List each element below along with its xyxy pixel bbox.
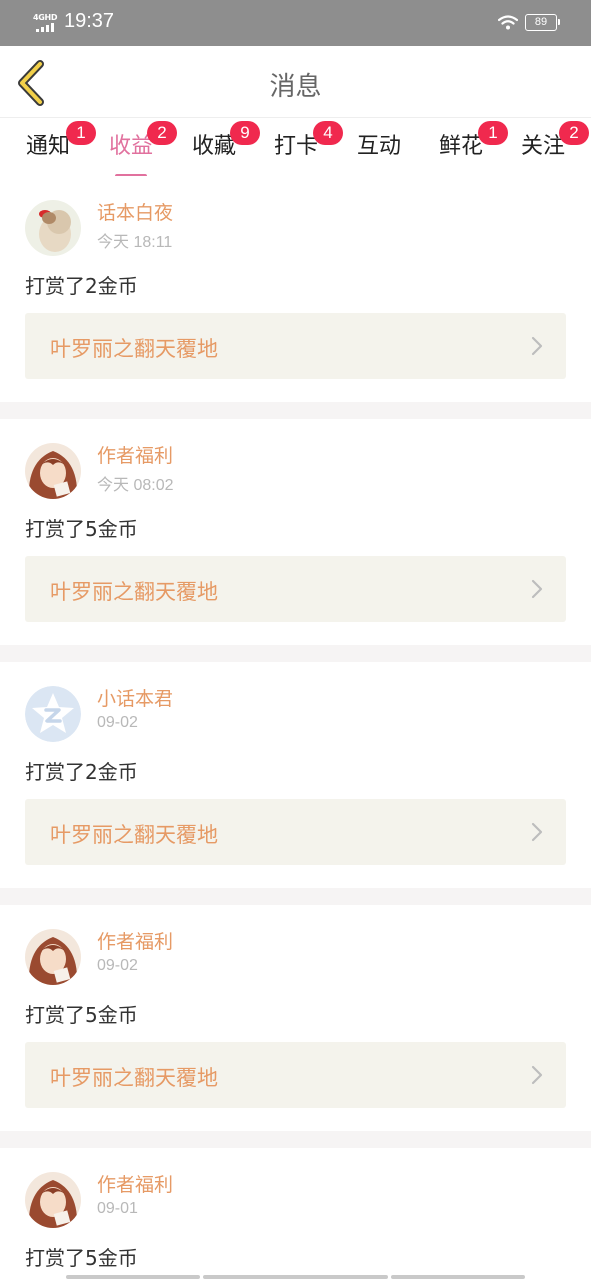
unread-badge: 2 [147, 121, 177, 145]
message-time: 09-02 [97, 714, 138, 731]
book-title: 叶罗丽之翻天覆地 [50, 1066, 218, 1090]
message-text: 打赏了2金币 [25, 760, 138, 784]
list-divider [0, 1131, 591, 1148]
avatar[interactable] [25, 1172, 81, 1228]
nav-header: 消息 [0, 46, 591, 118]
tab-following[interactable]: 关注 2 [519, 121, 589, 172]
chevron-right-icon [531, 579, 543, 599]
avatar[interactable] [25, 200, 81, 256]
list-divider [0, 888, 591, 905]
message-text: 打赏了5金币 [25, 1246, 138, 1270]
avatar[interactable] [25, 929, 81, 985]
page-title: 消息 [269, 72, 322, 102]
tab-favorites[interactable]: 收藏 9 [190, 121, 260, 172]
book-title: 叶罗丽之翻天覆地 [50, 580, 218, 604]
message-time: 09-01 [97, 1200, 138, 1217]
book-title: 叶罗丽之翻天覆地 [50, 823, 218, 847]
sender-name[interactable]: 小话本君 [97, 684, 173, 711]
message-item: 作者福利 09-02 打赏了5金币 叶罗丽之翻天覆地 [0, 905, 591, 1131]
sender-name[interactable]: 话本白夜 [97, 198, 173, 225]
unread-badge: 9 [230, 121, 260, 145]
tab-bar: 通知 1 收益 2 收藏 9 打卡 4 互动 鲜花 1 关注 2 [0, 118, 591, 178]
tab-label: 通知 [25, 134, 70, 159]
gesture-bar [203, 1275, 388, 1279]
battery-icon: 89 [525, 14, 560, 31]
message-text: 打赏了5金币 [25, 517, 138, 541]
battery-level: 89 [534, 16, 548, 28]
avatar[interactable] [25, 443, 81, 499]
message-text: 打赏了2金币 [25, 274, 138, 298]
sender-name[interactable]: 作者福利 [97, 1170, 173, 1197]
unread-badge: 1 [66, 121, 96, 145]
book-link[interactable]: 叶罗丽之翻天覆地 [25, 313, 566, 379]
tab-label: 互动 [356, 134, 401, 159]
tab-earnings[interactable]: 收益 2 [107, 121, 177, 178]
tab-flowers[interactable]: 鲜花 1 [437, 121, 508, 172]
book-link[interactable]: 叶罗丽之翻天覆地 [25, 556, 566, 622]
network-type: 4GHD [33, 13, 58, 22]
tab-interactions[interactable]: 互动 [355, 128, 403, 172]
chevron-right-icon [531, 336, 543, 356]
avatar[interactable] [25, 686, 81, 742]
message-item: 小话本君 09-02 打赏了2金币 叶罗丽之翻天覆地 [0, 662, 591, 888]
list-divider [0, 402, 591, 419]
network-indicator: 4GHD [33, 13, 58, 33]
message-item: 作者福利 09-01 打赏了5金币 [0, 1148, 591, 1280]
message-time: 今天 08:02 [97, 477, 174, 494]
chevron-right-icon [531, 822, 543, 842]
gesture-bar [66, 1275, 200, 1279]
book-link[interactable]: 叶罗丽之翻天覆地 [25, 799, 566, 865]
signal-icon [36, 23, 56, 32]
gesture-bar [391, 1275, 525, 1279]
message-item: 作者福利 今天 08:02 打赏了5金币 叶罗丽之翻天覆地 [0, 419, 591, 645]
book-link[interactable]: 叶罗丽之翻天覆地 [25, 1042, 566, 1108]
book-title: 叶罗丽之翻天覆地 [50, 337, 218, 361]
tab-checkin[interactable]: 打卡 4 [272, 121, 343, 172]
message-time: 09-02 [97, 957, 138, 974]
sender-name[interactable]: 作者福利 [97, 927, 173, 954]
unread-badge: 1 [478, 121, 508, 145]
message-time: 今天 18:11 [97, 234, 173, 251]
sender-name[interactable]: 作者福利 [97, 441, 173, 468]
tab-notifications[interactable]: 通知 1 [24, 121, 96, 172]
message-text: 打赏了5金币 [25, 1003, 138, 1027]
list-divider [0, 645, 591, 662]
status-bar: 4GHD 19:37 89 [0, 0, 591, 46]
message-item: 话本白夜 今天 18:11 打赏了2金币 叶罗丽之翻天覆地 [0, 176, 591, 402]
status-time: 19:37 [64, 10, 115, 32]
wifi-icon [498, 15, 518, 30]
unread-badge: 4 [313, 121, 343, 145]
chevron-right-icon [531, 1065, 543, 1085]
unread-badge: 2 [559, 121, 589, 145]
